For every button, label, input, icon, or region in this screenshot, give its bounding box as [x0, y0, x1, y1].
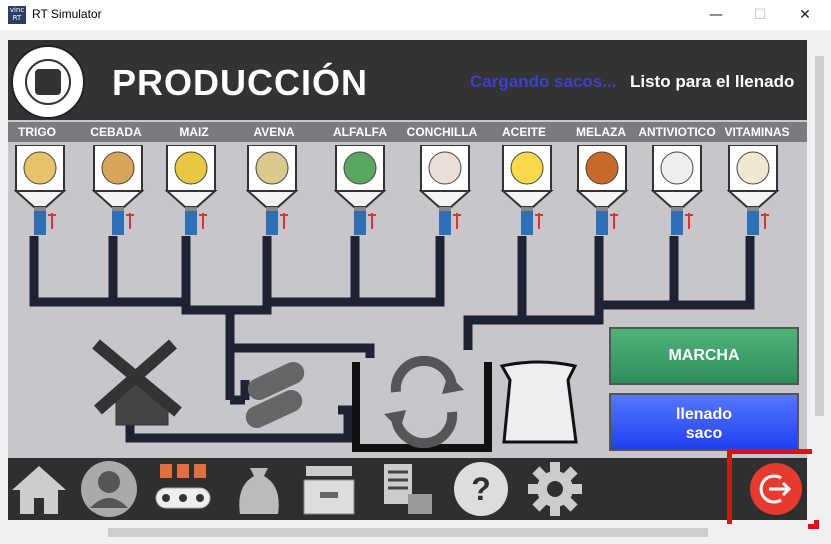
close-button[interactable]: ✕: [793, 3, 817, 27]
window-title: RT Simulator: [32, 7, 102, 21]
title-bar: vinc RT RT Simulator — ☐ ✕: [0, 0, 831, 30]
vertical-scrollbar[interactable]: [812, 40, 827, 520]
minimize-button[interactable]: —: [704, 3, 728, 27]
medicine-jar-icon: [660, 151, 694, 185]
honey-jar-icon: [585, 151, 619, 185]
vitamins-icon: [736, 151, 770, 185]
hopper-antiviotico: [651, 145, 704, 235]
hopper-trigo: [14, 145, 67, 235]
bottom-toolbar: ?: [8, 458, 807, 520]
barley-icon: [101, 151, 135, 185]
help-icon[interactable]: ?: [450, 458, 512, 520]
fill-sack-button[interactable]: llenado saco: [609, 393, 799, 451]
inventory-icon[interactable]: [376, 458, 438, 520]
hopper-avena: [246, 145, 299, 235]
alfalfa-icon: [343, 151, 377, 185]
hopper-aceite: [501, 145, 554, 235]
exit-highlight-frame: [727, 449, 819, 529]
marcha-button[interactable]: MARCHA: [609, 327, 799, 385]
user-icon[interactable]: [78, 458, 140, 520]
production-screen: PRODUCCIÓN Cargando sacos... Listo para …: [8, 40, 807, 520]
app-icon: vinc RT: [8, 6, 26, 24]
home-icon[interactable]: [8, 458, 70, 520]
maximize-button[interactable]: ☐: [748, 3, 772, 27]
oil-drop-icon: [510, 151, 544, 185]
hopper-vitaminas: [727, 145, 780, 235]
shell-icon: [428, 151, 462, 185]
hopper-cebada: [92, 145, 145, 235]
fill-sack-label-2: saco: [685, 425, 723, 442]
archive-icon[interactable]: [298, 458, 360, 520]
hopper-maiz: [165, 145, 218, 235]
hopper-conchilla: [419, 145, 472, 235]
wheat-icon: [23, 151, 57, 185]
horizontal-scrollbar[interactable]: [8, 524, 808, 540]
svg-text:?: ?: [471, 471, 491, 507]
conveyor-icon[interactable]: [152, 458, 214, 520]
corn-icon: [174, 151, 208, 185]
fill-sack-label-1: llenado: [675, 406, 732, 423]
hopper-alfalfa: [334, 145, 387, 235]
oats-icon: [255, 151, 289, 185]
hopper-melaza: [576, 145, 629, 235]
sack-icon[interactable]: [228, 458, 290, 520]
settings-icon[interactable]: [524, 458, 586, 520]
